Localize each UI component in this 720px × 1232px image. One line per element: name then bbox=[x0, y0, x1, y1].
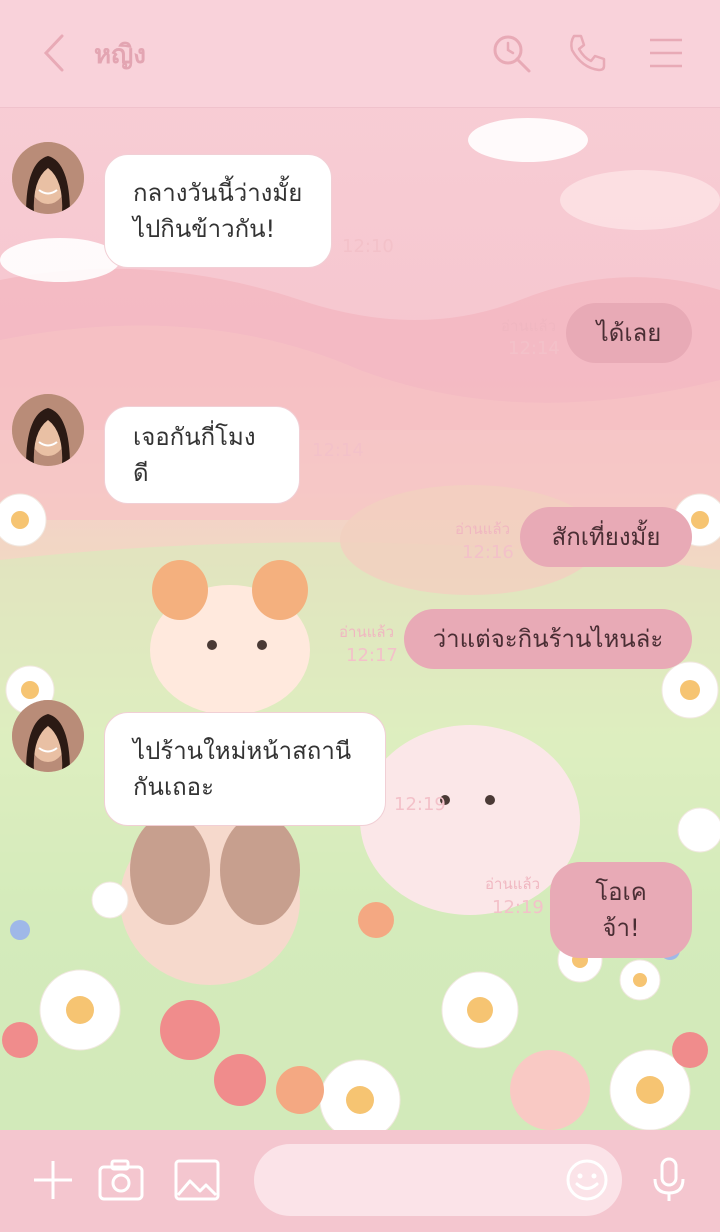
back-icon[interactable] bbox=[36, 30, 76, 76]
message-time: 12:19 bbox=[492, 897, 544, 918]
read-receipt: อ่านแล้ว bbox=[485, 875, 540, 893]
read-receipt: อ่านแล้ว bbox=[339, 623, 394, 641]
message-bubble-incoming[interactable]: กลางวันนี้ว่างมั้ย ไปกินข้าวกัน! bbox=[104, 154, 332, 268]
menu-icon[interactable] bbox=[644, 30, 690, 76]
message-bubble-outgoing[interactable]: ได้เลย bbox=[566, 303, 692, 363]
message-text: กันเถอะ bbox=[133, 773, 214, 801]
plus-icon[interactable] bbox=[28, 1155, 78, 1205]
message-time: 12:17 bbox=[346, 645, 398, 666]
avatar[interactable] bbox=[12, 700, 84, 772]
search-icon[interactable] bbox=[488, 30, 534, 76]
message-text: ไปกินข้าวกัน! bbox=[133, 215, 276, 243]
emoji-icon[interactable] bbox=[562, 1155, 612, 1205]
message-time: 12:16 bbox=[462, 542, 514, 563]
message-composer bbox=[0, 1130, 720, 1232]
avatar[interactable] bbox=[12, 142, 84, 214]
message-time: 12:10 bbox=[342, 236, 394, 257]
message-bubble-incoming[interactable]: ไปร้านใหม่หน้าสถานี กันเถอะ bbox=[104, 712, 386, 826]
message-time: 12:19 bbox=[394, 794, 446, 815]
message-bubble-incoming[interactable]: เจอกันกี่โมงดี bbox=[104, 406, 300, 504]
message-time: 12:14 bbox=[312, 440, 364, 461]
message-text: ไปร้านใหม่หน้าสถานี bbox=[133, 737, 352, 765]
avatar[interactable] bbox=[12, 394, 84, 466]
message-bubble-outgoing[interactable]: สักเที่ยงมั้ย bbox=[520, 507, 692, 567]
message-text: กลางวันนี้ว่างมั้ย bbox=[133, 179, 303, 207]
contact-name: หญิง bbox=[94, 40, 146, 70]
message-bubble-outgoing[interactable]: ว่าแต่จะกินร้านไหนล่ะ bbox=[404, 609, 692, 669]
read-receipt: อ่านแล้ว bbox=[501, 317, 556, 335]
message-bubble-outgoing[interactable]: โอเคจ้า! bbox=[550, 862, 692, 958]
phone-icon[interactable] bbox=[564, 30, 610, 76]
camera-icon[interactable] bbox=[96, 1155, 146, 1205]
message-time: 12:14 bbox=[508, 338, 560, 359]
image-icon[interactable] bbox=[172, 1155, 222, 1205]
mic-icon[interactable] bbox=[644, 1155, 694, 1205]
read-receipt: อ่านแล้ว bbox=[455, 520, 510, 538]
chat-header: หญิง bbox=[0, 0, 720, 108]
